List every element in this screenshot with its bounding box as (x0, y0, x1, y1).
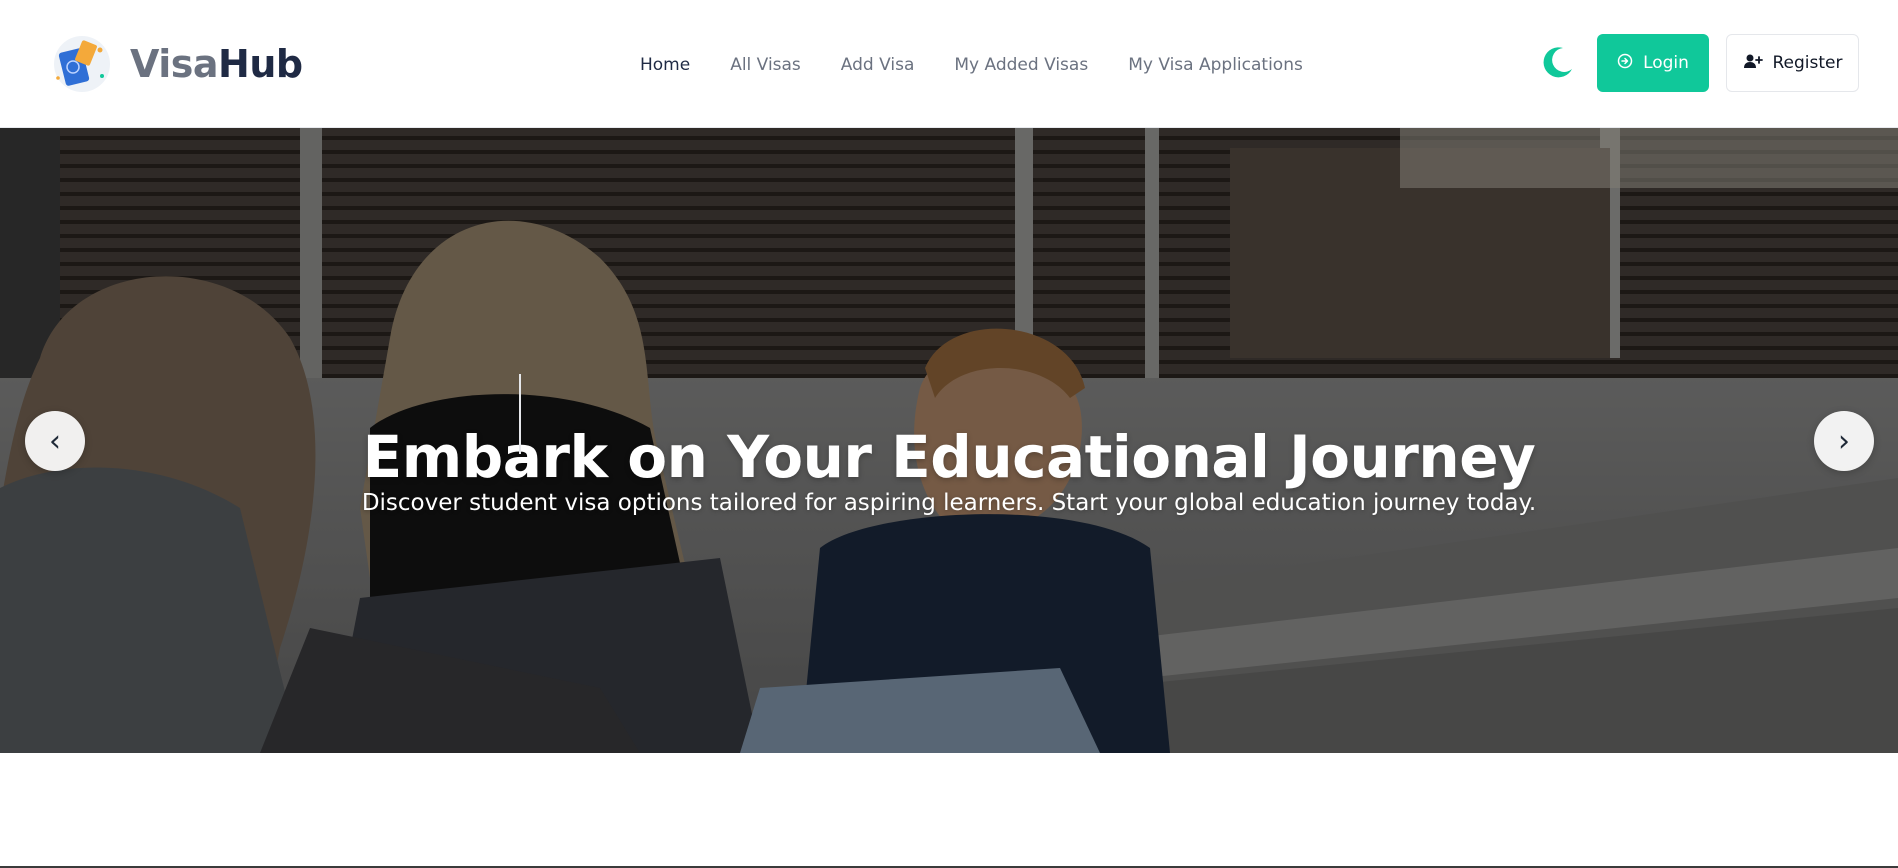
register-button[interactable]: Register (1726, 34, 1859, 92)
nav-link-all-visas[interactable]: All Visas (710, 48, 821, 82)
hero-carousel: Embark on Your Educational Journey Disco… (0, 128, 1898, 753)
carousel-prev-button[interactable]: ‹ (25, 411, 85, 471)
chevron-left-icon: ‹ (49, 423, 61, 459)
brand-name-visa: Visa (130, 42, 219, 86)
nav-link-home[interactable]: Home (620, 48, 710, 82)
theme-toggle-button[interactable] (1538, 42, 1578, 86)
nav-link-my-added-visas[interactable]: My Added Visas (934, 48, 1108, 82)
text-cursor (519, 374, 521, 454)
brand-link[interactable]: VisaHub (48, 34, 303, 94)
register-label: Register (1772, 53, 1843, 73)
login-icon (1617, 53, 1633, 74)
passport-icon (48, 34, 112, 94)
brand-name-hub: Hub (218, 42, 303, 86)
user-plus-icon (1743, 53, 1763, 74)
navbar: VisaHub Home All Visas Add Visa My Added… (0, 0, 1898, 128)
chevron-right-icon: › (1838, 423, 1850, 459)
moon-icon (1541, 45, 1575, 84)
main-nav: Home All Visas Add Visa My Added Visas M… (620, 48, 1323, 82)
carousel-next-button[interactable]: › (1814, 411, 1874, 471)
nav-link-add-visa[interactable]: Add Visa (821, 48, 935, 82)
hero-title: Embark on Your Educational Journey (362, 422, 1536, 491)
login-label: Login (1643, 53, 1689, 73)
brand-name: VisaHub (130, 45, 303, 83)
hero-subtitle: Discover student visa options tailored f… (361, 490, 1537, 516)
login-button[interactable]: Login (1597, 34, 1709, 92)
nav-link-my-visa-applications[interactable]: My Visa Applications (1108, 48, 1323, 82)
